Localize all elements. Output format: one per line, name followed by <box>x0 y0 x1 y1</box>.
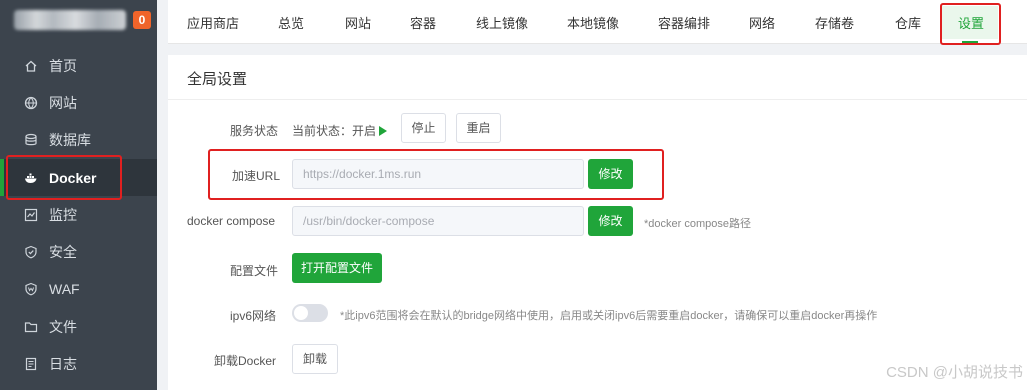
sidebar-item-label: 监控 <box>49 206 77 223</box>
top-tab-bar: 应用商店 总览 网站 容器 线上镜像 本地镜像 容器编排 网络 存储卷 仓库 设… <box>168 0 1027 45</box>
tab-network[interactable]: 网络 <box>749 13 775 32</box>
compose-path-input[interactable]: /usr/bin/docker-compose <box>292 206 584 236</box>
tab-volumes[interactable]: 存储卷 <box>815 13 854 32</box>
sidebar-item-label: WAF <box>49 281 80 298</box>
database-icon <box>24 133 38 147</box>
tab-containers[interactable]: 容器 <box>410 13 436 32</box>
running-play-icon <box>379 126 388 136</box>
log-icon <box>24 357 38 371</box>
brand-logo-blurred <box>14 10 126 30</box>
sidebar-item-files[interactable]: 文件 <box>0 308 157 345</box>
sidebar-item-label: 首页 <box>49 57 77 74</box>
title-divider <box>168 99 1027 100</box>
uninstall-button[interactable]: 卸载 <box>292 344 338 374</box>
tab-websites[interactable]: 网站 <box>345 13 371 32</box>
sidebar-item-label: 安全 <box>49 244 77 261</box>
tab-online-images[interactable]: 线上镜像 <box>476 13 528 32</box>
sidebar-item-home[interactable]: 首页 <box>0 47 157 84</box>
sidebar-item-label: 网站 <box>49 94 77 111</box>
tab-overview[interactable]: 总览 <box>278 13 304 32</box>
waf-shield-icon <box>24 282 38 296</box>
sidebar-item-security[interactable]: 安全 <box>0 233 157 270</box>
service-status-label: 服务状态 <box>230 124 279 138</box>
shield-icon <box>24 245 38 259</box>
page-title: 全局设置 <box>187 71 248 88</box>
sidebar: 0 首页 网站 数据库 Docker 监控 安全 WAF 文件 日志 <box>0 0 157 390</box>
open-config-button[interactable]: 打开配置文件 <box>292 253 382 283</box>
highlight-box-docker <box>6 155 122 200</box>
brand-area: 0 <box>0 0 157 44</box>
tab-app-store[interactable]: 应用商店 <box>187 13 239 32</box>
notification-badge[interactable]: 0 <box>133 11 151 29</box>
monitor-icon <box>24 208 38 222</box>
sidebar-item-logs[interactable]: 日志 <box>0 345 157 382</box>
folder-icon <box>24 320 38 334</box>
ipv6-label: ipv6网络 <box>230 309 277 323</box>
tab-compose[interactable]: 容器编排 <box>658 13 710 32</box>
config-file-label: 配置文件 <box>230 264 279 278</box>
restart-button[interactable]: 重启 <box>456 113 501 143</box>
globe-icon <box>24 96 38 110</box>
compose-hint: *docker compose路径 <box>644 218 751 230</box>
highlight-box-accel-url <box>208 149 664 200</box>
sidebar-nav: 首页 网站 数据库 Docker 监控 安全 WAF 文件 日志 <box>0 47 157 383</box>
service-status-text: 当前状态：开启 <box>292 124 377 138</box>
sidebar-item-website[interactable]: 网站 <box>0 84 157 121</box>
sidebar-item-label: 数据库 <box>49 132 91 149</box>
sidebar-item-database[interactable]: 数据库 <box>0 122 157 159</box>
sidebar-item-monitor[interactable]: 监控 <box>0 196 157 233</box>
settings-panel: 全局设置 服务状态 当前状态：开启 停止 重启 加速URL https://do… <box>168 55 1027 390</box>
service-status-value: 当前状态：开启 <box>292 122 388 139</box>
watermark: CSDN @小胡说技书 <box>886 364 1023 381</box>
ipv6-toggle[interactable] <box>292 304 328 322</box>
sidebar-item-label: 日志 <box>49 356 77 373</box>
uninstall-label: 卸载Docker <box>214 354 277 368</box>
compose-modify-button[interactable]: 修改 <box>588 206 633 236</box>
home-icon <box>24 59 38 73</box>
compose-label: docker compose <box>187 214 276 228</box>
sidebar-item-waf[interactable]: WAF <box>0 271 157 308</box>
highlight-box-settings-tab <box>940 3 1001 45</box>
stop-button[interactable]: 停止 <box>401 113 446 143</box>
tab-local-images[interactable]: 本地镜像 <box>567 13 619 32</box>
ipv6-hint: *此ipv6范围将会在默认的bridge网络中使用，启用或关闭ipv6后需要重启… <box>340 310 878 322</box>
sidebar-item-label: 文件 <box>49 318 77 335</box>
tab-registry[interactable]: 仓库 <box>895 13 921 32</box>
